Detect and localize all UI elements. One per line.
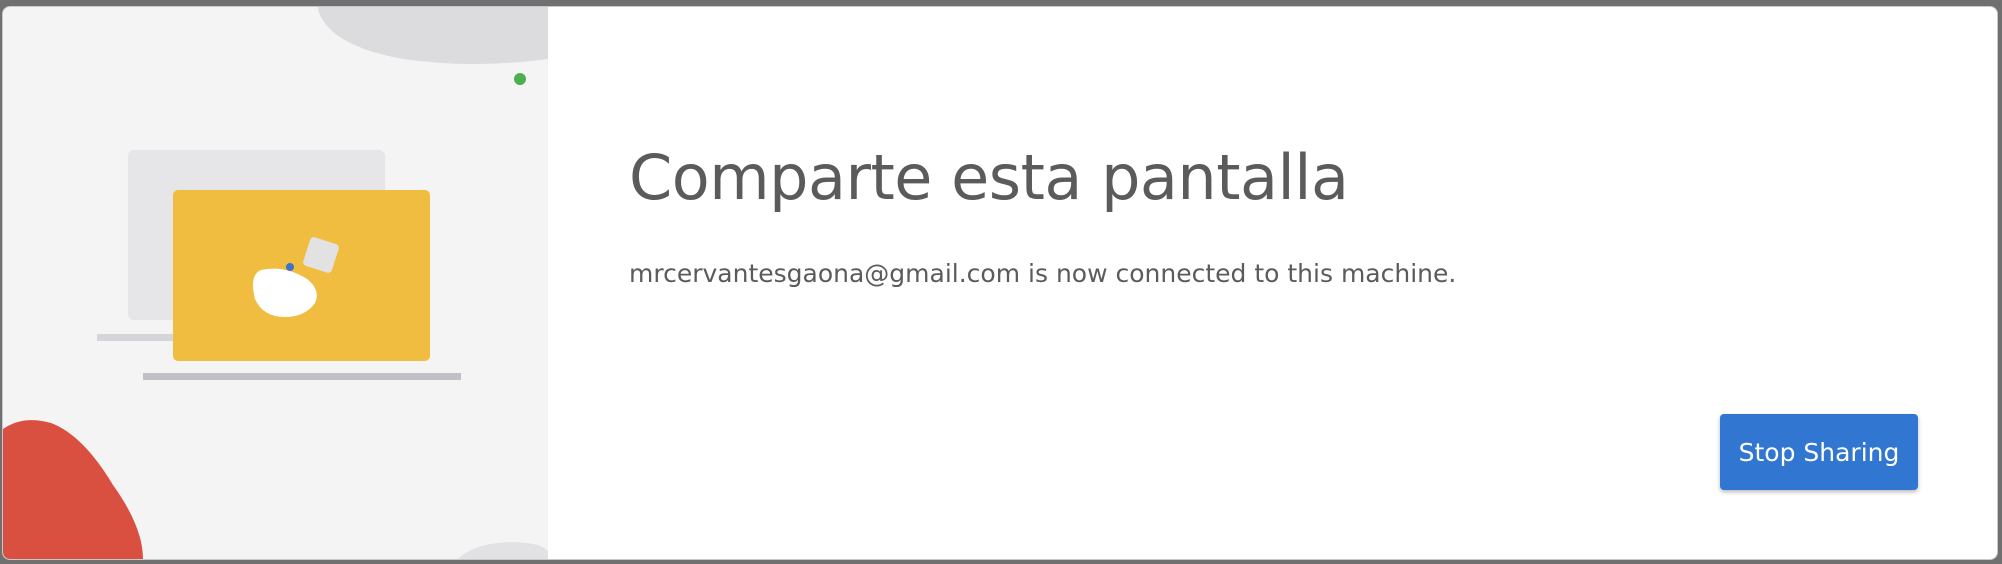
laptop-base-shape bbox=[143, 373, 461, 380]
connection-message: mrcervantesgaona@gmail.com is now connec… bbox=[629, 259, 1457, 288]
sharing-dialog: Comparte esta pantalla mrcervantesgaona@… bbox=[3, 7, 1997, 559]
laptop-screen-shape bbox=[173, 190, 430, 361]
decorative-blob-top bbox=[318, 7, 548, 64]
decorative-blob-bottom bbox=[458, 542, 548, 559]
page-title: Comparte esta pantalla bbox=[629, 141, 1349, 214]
back-base-shape bbox=[97, 334, 185, 341]
blue-dot-shape bbox=[286, 263, 294, 271]
stop-sharing-button[interactable]: Stop Sharing bbox=[1720, 414, 1918, 490]
screen-share-illustration bbox=[3, 7, 548, 559]
decorative-blob-red bbox=[3, 420, 143, 559]
dialog-content: Comparte esta pantalla mrcervantesgaona@… bbox=[548, 7, 1997, 559]
status-dot-icon bbox=[514, 73, 526, 85]
window-frame: Comparte esta pantalla mrcervantesgaona@… bbox=[0, 0, 2002, 564]
